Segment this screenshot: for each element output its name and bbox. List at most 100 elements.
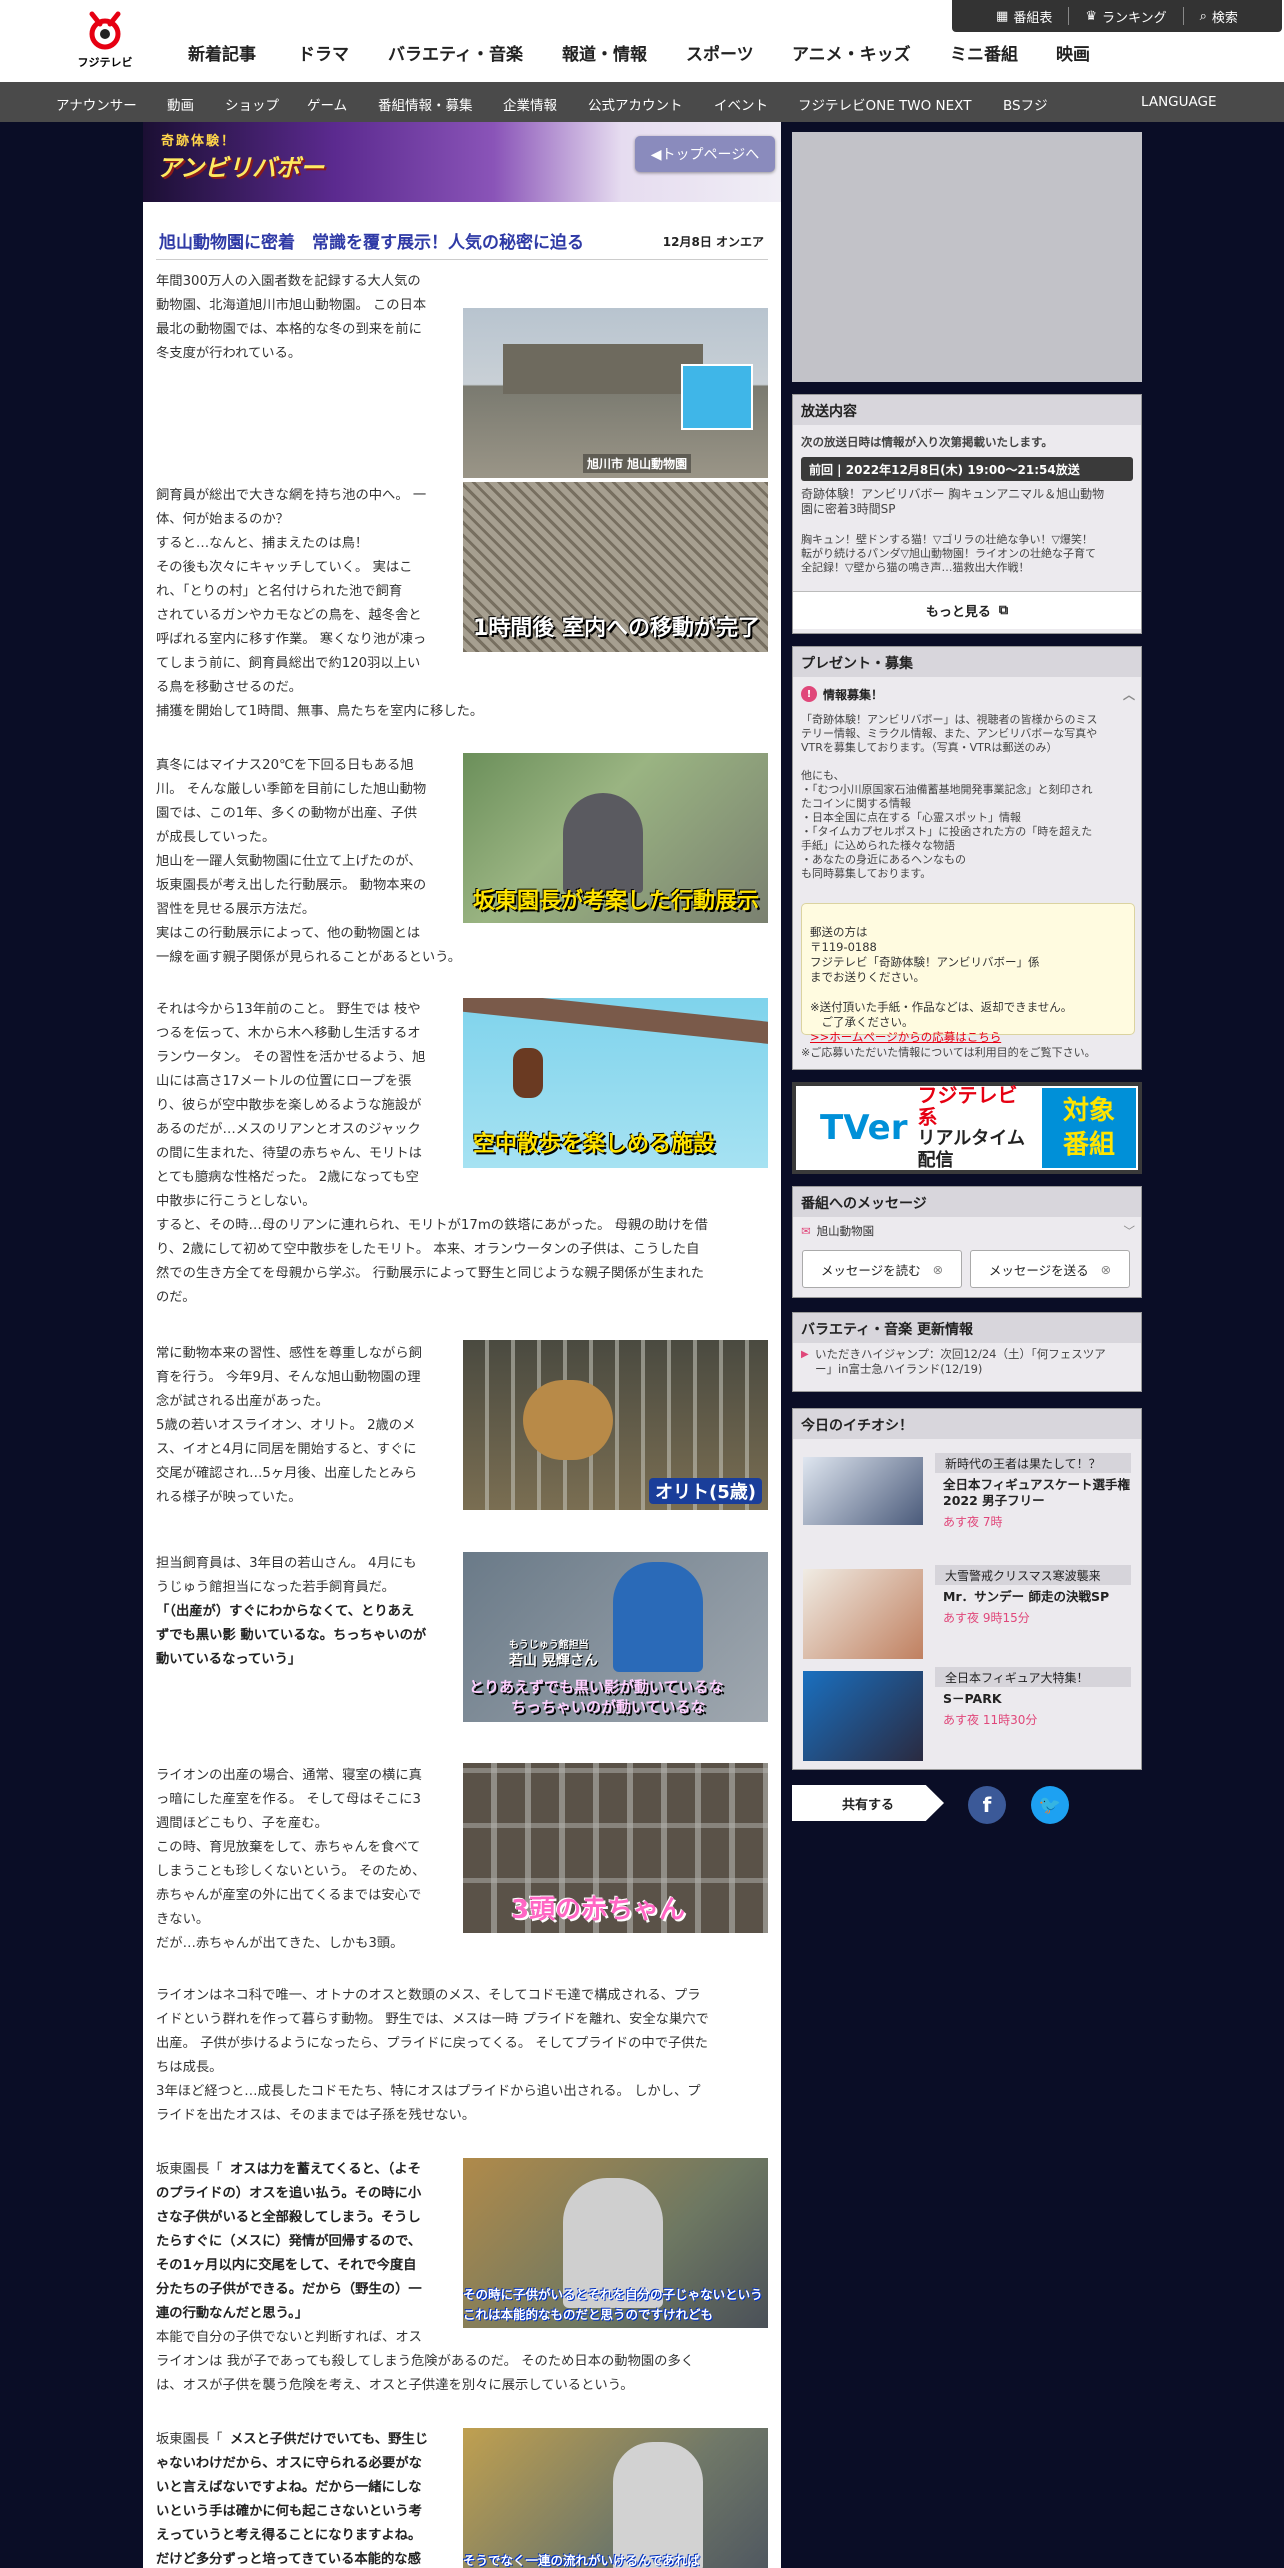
pick-time: あす夜 9時15分 bbox=[943, 1611, 1030, 1625]
pick-item[interactable]: 大雪警戒クリスマス寒波襲来 Mr．サンデー 師走の決戦SP あす夜 9時15分 bbox=[803, 1561, 1133, 1673]
nav-news[interactable]: 新着記事 bbox=[188, 40, 256, 65]
mail-info: 郵送の方は 〒119-0188 フジテレビ「奇跡体験！アンビリバボー」係 までお… bbox=[810, 925, 1073, 1029]
divider bbox=[1068, 7, 1070, 25]
divider bbox=[1182, 7, 1184, 25]
nav-movie[interactable]: 映画 bbox=[1056, 40, 1090, 65]
pick-tag: 全日本フィギュア大特集！ bbox=[935, 1667, 1131, 1687]
search-label: 検索 bbox=[1211, 10, 1238, 26]
paragraph: 担当飼育員は、3年目の若山さん。 4月にも うじゅう館担当になった若手飼育員だ。 bbox=[156, 1556, 417, 1595]
target-program-badge: 対象 番組 bbox=[1042, 1088, 1136, 1168]
photo-director-interview-1: その時に子供がいるとそれを自分の子じゃないという これは本能的なものだと思うので… bbox=[463, 2158, 768, 2328]
ranking-link[interactable]: ♛ ランキング bbox=[1079, 7, 1172, 26]
paragraph: ライオンの出産の場合、通常、寝室の横に真 っ暗にした産室を作る。 そして母はそこ… bbox=[156, 1768, 426, 1951]
subnav-corporate[interactable]: 企業情報 bbox=[503, 94, 557, 114]
photo-caption: 若山 晃輝さん bbox=[509, 1653, 598, 1669]
variety-update-panel: バラエティ・音楽 更新情報 ▶ いただきハイジャンプ：次回12/24（土）「何フ… bbox=[792, 1312, 1142, 1392]
article-title: 旭山動物園に密着 常識を覆す展示！人気の秘密に迫る bbox=[159, 233, 584, 253]
search-link[interactable]: ⌕ 検索 bbox=[1194, 7, 1244, 26]
send-message-button[interactable]: メッセージを送る ⊗ bbox=[970, 1250, 1130, 1288]
ranking-label: ランキング bbox=[1102, 10, 1167, 26]
facebook-icon[interactable]: f bbox=[968, 1786, 1006, 1824]
privacy-note[interactable]: ※ご応募いただいた情報については利用目的をご覧下さい。 bbox=[801, 1045, 1135, 1060]
logo-text: フジテレビ bbox=[77, 56, 133, 69]
photo-caption: これは本能的なものだと思うのですけれども bbox=[463, 2307, 714, 2322]
subnav-announcer[interactable]: アナウンサー bbox=[56, 94, 137, 114]
info-wanted-label: 情報募集！ bbox=[823, 687, 884, 702]
photo-orangutan: 空中散歩を楽しめる施設 bbox=[463, 998, 768, 1168]
broadcast-title: 奇跡体験！アンビリバボー 胸キュンアニマル＆旭山動物 園に密着3時間SP bbox=[801, 487, 1105, 516]
paragraph: 常に動物本来の習性、感性を尊重しながら飼 育を行う。 今年9月、そんな旭山動物園… bbox=[156, 1346, 422, 1505]
banner-title-small: 奇跡体験！ bbox=[161, 134, 237, 149]
share-label: 共有する bbox=[792, 1785, 944, 1821]
subnav-official-accounts[interactable]: 公式アカウント bbox=[588, 94, 683, 114]
apply-link[interactable]: >>ホームページからの応募はこちら bbox=[810, 1030, 1126, 1045]
subnav-game[interactable]: ゲーム bbox=[307, 94, 347, 114]
mail-icon: ✉ bbox=[801, 1224, 811, 1238]
info-icon: ! bbox=[801, 686, 817, 702]
tver-logo: TVer bbox=[820, 1108, 908, 1148]
photo-caption: とりあえずでも黒い影が動いているな bbox=[469, 1678, 724, 1696]
sub-nav: アナウンサー 動画 ショップ ゲーム 番組情報・募集 企業情報 公式アカウント … bbox=[0, 82, 1284, 122]
paragraph: 年間300万人の入園者数を記録する大人気の 動物園、北海道旭川市旭山動物園。 こ… bbox=[156, 274, 427, 361]
nav-news-info[interactable]: 報道・情報 bbox=[562, 40, 647, 65]
subnav-program-info[interactable]: 番組情報・募集 bbox=[378, 94, 473, 114]
photo-caption: そうでなく一連の流れがいけるんであれば bbox=[463, 2553, 700, 2568]
nav-mini[interactable]: ミニ番組 bbox=[950, 40, 1018, 65]
subnav-event[interactable]: イベント bbox=[714, 94, 768, 114]
tower-beam-shape bbox=[463, 998, 768, 1046]
nav-drama[interactable]: ドラマ bbox=[298, 40, 349, 65]
pick-title: Mr．サンデー 師走の決戦SP bbox=[943, 1589, 1110, 1604]
broadcast-description: 胸キュン！壁ドンする猫！▽ゴリラの壮絶な争い！▽爆笑！ 転がり続けるパンダ▽旭山… bbox=[801, 533, 1097, 574]
photo-caption: 坂東園長が考案した行動展示 bbox=[473, 889, 760, 914]
fujitv-logo[interactable]: フジテレビ bbox=[72, 8, 138, 70]
message-topic-accordion[interactable]: ✉ 旭山動物園 ﹀ bbox=[801, 1221, 1135, 1241]
subnav-onetwonext[interactable]: フジテレビONE TWO NEXT bbox=[798, 94, 971, 114]
nav-sports[interactable]: スポーツ bbox=[686, 40, 754, 65]
pick-item[interactable]: 全日本フィギュア大特集！ S－PARK あす夜 11時30分 bbox=[803, 1663, 1133, 1775]
lion-shape bbox=[523, 1380, 613, 1460]
subnav-language[interactable]: LANGUAGE bbox=[1141, 94, 1217, 110]
crown-icon: ♛ bbox=[1085, 8, 1098, 24]
top-page-button[interactable]: ◀トップページへ bbox=[635, 136, 775, 172]
read-message-button[interactable]: メッセージを読む ⊗ bbox=[802, 1250, 962, 1288]
grid-icon: ▦ bbox=[996, 8, 1009, 24]
pick-tag: 大雪警戒クリスマス寒波襲来 bbox=[935, 1565, 1131, 1585]
pick-time: あす夜 7時 bbox=[943, 1515, 1003, 1529]
photo-bird-capture: 1時間後 室内への移動が完了 bbox=[463, 482, 768, 652]
pick-item[interactable]: 新時代の王者は果たして！？ 全日本フィギュアスケート選手権 2022 男子フリー… bbox=[803, 1449, 1133, 1561]
tver-label-fuji: フジテレビ系 bbox=[917, 1083, 1018, 1129]
badge-line1: 対象 bbox=[1062, 1096, 1115, 1126]
today-picks-panel: 今日のイチオシ！ 新時代の王者は果たして！？ 全日本フィギュアスケート選手権 2… bbox=[792, 1408, 1142, 1770]
nav-anime[interactable]: アニメ・キッズ bbox=[792, 40, 911, 65]
twitter-icon[interactable]: 🐦 bbox=[1031, 1786, 1069, 1824]
tver-labels: フジテレビ系 リアルタイム配信 bbox=[917, 1084, 1034, 1172]
air-date: 12月8日 オンエア bbox=[662, 235, 764, 249]
panel-header: 今日のイチオシ！ bbox=[793, 1409, 1141, 1439]
external-icon: ⧉ bbox=[998, 603, 1009, 618]
more-button[interactable]: もっと見る ⧉ bbox=[793, 591, 1141, 629]
photo-caption: ちっちゃいのが動いているな bbox=[511, 1698, 706, 1716]
photo-director-interview-2: そうでなく一連の流れがいけるんであれば bbox=[463, 2428, 768, 2568]
panel-header: プレゼント・募集 bbox=[793, 647, 1141, 677]
photo-keeper-wakayama: もうじゅう館担当 若山 晃輝さん とりあえずでも黒い影が動いているな ちっちゃい… bbox=[463, 1552, 768, 1722]
photo-caption: 空中散歩を楽しめる施設 bbox=[473, 1132, 716, 1157]
person-shape bbox=[563, 793, 643, 893]
subnav-bsfuji[interactable]: BSフジ bbox=[1003, 94, 1048, 114]
arrow-circle-icon: ⊗ bbox=[932, 1261, 944, 1277]
schedule-link[interactable]: ▦ 番組表 bbox=[990, 7, 1058, 26]
nav-variety[interactable]: バラエティ・音楽 bbox=[388, 40, 523, 65]
subnav-video[interactable]: 動画 bbox=[167, 94, 194, 114]
previous-broadcast-tag: 前回 | 2022年12月8日(木) 19:00～21:54放送 bbox=[801, 457, 1133, 481]
variety-update-link[interactable]: いただきハイジャンプ：次回12/24（土）「何フェスツア ー」in富士急ハイラン… bbox=[815, 1347, 1135, 1377]
pick-thumbnail bbox=[803, 1671, 923, 1761]
info-wanted-accordion[interactable]: ! 情報募集！ ︿ bbox=[801, 683, 1135, 705]
subnav-shop[interactable]: ショップ bbox=[225, 94, 279, 114]
chevron-down-icon: ﹀ bbox=[1123, 1224, 1136, 1238]
arrow-circle-icon: ⊗ bbox=[1100, 1261, 1112, 1277]
pick-title: S－PARK bbox=[943, 1691, 1002, 1706]
tver-label-realtime: リアルタイム配信 bbox=[917, 1128, 1025, 1171]
tver-banner[interactable]: TVer フジテレビ系 リアルタイム配信 対象 番組 bbox=[792, 1082, 1142, 1174]
next-broadcast-note: 次の放送日時は情報が入り次第掲載いたします。 bbox=[801, 435, 1053, 449]
ad-slot[interactable] bbox=[792, 132, 1142, 382]
panel-header: 放送内容 bbox=[793, 395, 1141, 425]
